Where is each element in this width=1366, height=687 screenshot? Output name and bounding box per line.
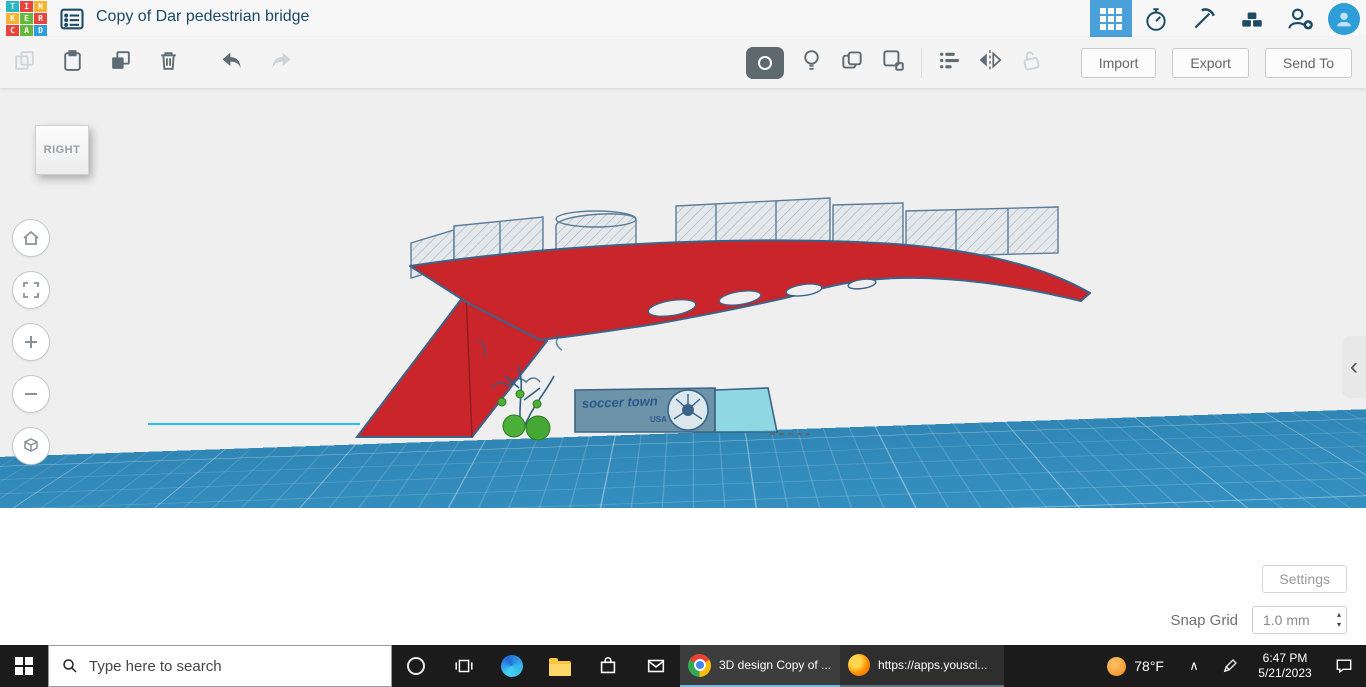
select-arrows-icon: ▴▾: [1337, 610, 1341, 631]
edit-toolbar: Import Export Send To: [0, 37, 1366, 88]
fit-view-button[interactable]: [12, 271, 50, 309]
cortana-icon: [407, 657, 425, 675]
send-to-button[interactable]: Send To: [1265, 48, 1352, 78]
tinkercad-window: T I N K E R C A D Copy of Dar pedestrian…: [0, 0, 1366, 687]
task-label: 3D design Copy of ...: [719, 658, 831, 672]
perspective-toggle-button[interactable]: [12, 427, 50, 465]
design-title[interactable]: Copy of Dar pedestrian bridge: [96, 8, 309, 26]
view-cube[interactable]: RIGHT: [35, 125, 89, 175]
logo-tile: E: [20, 13, 33, 24]
snap-grid-value: 1.0 mm: [1263, 612, 1310, 628]
viewport-canvas[interactable]: soccer town USA RIGHT: [0, 88, 1366, 508]
lock-icon[interactable]: [1018, 47, 1044, 78]
chrome-icon: [688, 654, 711, 677]
zoom-out-button[interactable]: [12, 375, 50, 413]
show-all-icon[interactable]: [746, 47, 784, 79]
clock-date: 5/21/2023: [1258, 666, 1311, 681]
logo-tile: A: [20, 25, 33, 36]
windows-icon: [15, 657, 33, 675]
ungroup-icon[interactable]: [880, 47, 906, 78]
store-button[interactable]: [584, 645, 632, 687]
group-icon[interactable]: [839, 47, 865, 78]
page-footer: Settings Snap Grid 1.0 mm ▴▾: [0, 508, 1366, 645]
cortana-button[interactable]: [392, 645, 440, 687]
bricks-icon[interactable]: [1228, 0, 1276, 37]
search-icon: [61, 657, 79, 675]
header-actions: [1090, 0, 1364, 37]
start-button[interactable]: [0, 645, 48, 687]
snap-grid-select[interactable]: 1.0 mm ▴▾: [1252, 606, 1347, 634]
logo-tile: N: [34, 1, 47, 12]
import-button[interactable]: Import: [1081, 48, 1157, 78]
delete-icon[interactable]: [156, 48, 181, 78]
mail-button[interactable]: [632, 645, 680, 687]
logo-tile: D: [34, 25, 47, 36]
app-header: T I N K E R C A D Copy of Dar pedestrian…: [0, 0, 1366, 37]
paste-icon[interactable]: [60, 48, 85, 78]
settings-button[interactable]: Settings: [1262, 565, 1347, 593]
folder-icon: [549, 661, 571, 676]
edge-button[interactable]: [488, 645, 536, 687]
logo-tile: K: [6, 13, 19, 24]
undo-icon[interactable]: [218, 47, 245, 79]
firefox-icon: [848, 654, 870, 676]
export-button[interactable]: Export: [1172, 48, 1248, 78]
collapse-panel-arrow[interactable]: ‹: [1342, 336, 1366, 398]
design-menu-icon[interactable]: [58, 5, 86, 33]
user-avatar[interactable]: [1328, 3, 1360, 35]
chevron-up-icon: ∧: [1189, 658, 1199, 674]
green-spheres[interactable]: [503, 415, 550, 440]
edge-icon: [501, 655, 523, 677]
dashboard-grid-button[interactable]: [1090, 0, 1132, 37]
action-center-button[interactable]: [1322, 645, 1366, 687]
redo-icon[interactable]: [268, 47, 295, 79]
grid-icon: [1100, 8, 1122, 30]
copy-icon[interactable]: [12, 48, 37, 78]
search-input[interactable]: [89, 658, 359, 675]
logo-tile: T: [6, 1, 19, 12]
chrome-task-button[interactable]: 3D design Copy of ...: [680, 645, 840, 687]
weather-widget[interactable]: 78°F: [1095, 645, 1176, 687]
duplicate-icon[interactable]: [108, 48, 133, 78]
file-explorer-button[interactable]: [536, 645, 584, 687]
task-label: https://apps.yousci...: [878, 658, 987, 672]
logo-tile: R: [34, 13, 47, 24]
add-person-icon[interactable]: [1276, 0, 1324, 37]
weather-temp: 78°F: [1134, 658, 1164, 674]
chevron-left-icon: ‹: [1350, 353, 1358, 381]
clock-widget[interactable]: 6:47 PM 5/21/2023: [1248, 645, 1322, 687]
pickaxe-icon[interactable]: [1180, 0, 1228, 37]
logo-tile: C: [6, 25, 19, 36]
mirror-icon[interactable]: [977, 47, 1003, 78]
mail-icon: [645, 655, 667, 677]
browser-task-button[interactable]: https://apps.yousci...: [840, 645, 1004, 687]
taskbar-spacer: [1004, 645, 1095, 687]
cyan-block[interactable]: [715, 388, 777, 432]
sign-text: soccer town: [582, 393, 658, 411]
zoom-in-button[interactable]: [12, 323, 50, 361]
clock-time: 6:47 PM: [1263, 651, 1308, 666]
logo-tile: I: [20, 1, 33, 12]
toolbar-separator: [921, 48, 922, 78]
stopwatch-icon[interactable]: [1132, 0, 1180, 37]
task-view-button[interactable]: [440, 645, 488, 687]
soccer-sign[interactable]: soccer town USA: [575, 388, 715, 432]
sign-subtext: USA: [650, 415, 667, 424]
weather-icon: [1107, 657, 1126, 676]
pen-icon: [1221, 657, 1239, 675]
align-icon[interactable]: [937, 48, 962, 78]
windows-taskbar: 3D design Copy of ... https://apps.yousc…: [0, 645, 1366, 687]
pen-tray-button[interactable]: [1212, 645, 1248, 687]
home-view-button[interactable]: [12, 219, 50, 257]
lightbulb-icon[interactable]: [799, 48, 824, 78]
3d-scene[interactable]: soccer town USA: [0, 88, 1366, 508]
tinkercad-logo[interactable]: T I N K E R C A D: [6, 1, 47, 36]
hidden-icons-button[interactable]: ∧: [1176, 645, 1212, 687]
task-view-icon: [453, 655, 475, 677]
store-bag-icon: [597, 655, 619, 677]
notification-icon: [1334, 656, 1354, 676]
taskbar-search[interactable]: [48, 645, 392, 687]
snap-grid-label: Snap Grid: [1170, 612, 1238, 629]
